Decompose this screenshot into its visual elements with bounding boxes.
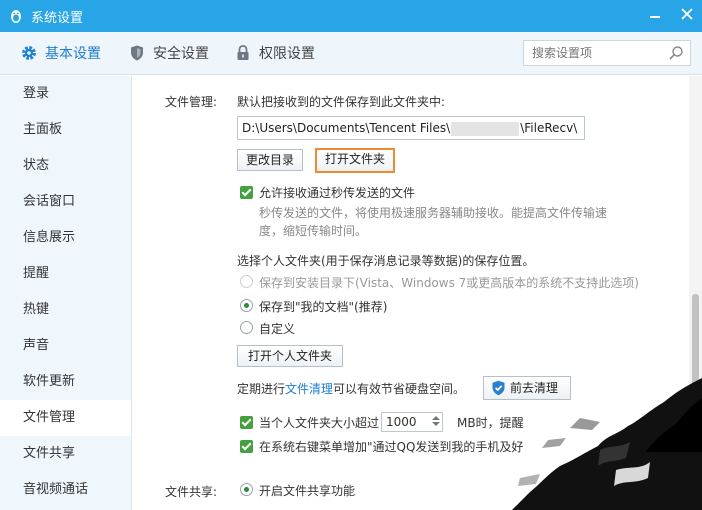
cleanup-prefix: 定期进行 (237, 382, 286, 396)
go-cleanup-label: 前去清理 (510, 381, 559, 395)
vertical-scrollbar[interactable] (689, 76, 702, 510)
search-icon[interactable] (668, 45, 684, 61)
sidebar: 登录 主面板 状态 会话窗口 信息展示 提醒 热键 声音 软件更新 文件管理 文… (0, 76, 132, 510)
open-folder-button[interactable]: 打开文件夹 (315, 148, 395, 173)
title-bar: 系统设置 (0, 0, 702, 32)
radio-my-documents-label: 保存到"我的文档"(推荐) (259, 300, 388, 314)
file-cleanup-link[interactable]: 文件清理 (285, 382, 333, 396)
tab-security-settings[interactable]: 安全设置 (128, 43, 209, 63)
tab-label: 基本设置 (45, 46, 101, 62)
sidebar-item-software-update[interactable]: 软件更新 (0, 364, 131, 400)
section-label-file-management: 文件管理: (165, 95, 218, 109)
size-limit-prefix: 当个人文件夹大小超过 (259, 416, 380, 430)
gear-icon (22, 46, 36, 60)
instant-transfer-hint-line1: 秒传发送的文件，将使用极速服务器辅助接收。能提高文件传输速 (259, 206, 608, 220)
search-box (523, 40, 691, 66)
shield-check-icon (492, 380, 505, 396)
redacted-account (451, 121, 520, 136)
path-suffix: \FileRecv\ (520, 121, 578, 135)
radio-my-documents[interactable] (240, 299, 253, 312)
allow-instant-transfer-checkbox[interactable] (240, 186, 253, 199)
save-location-description: 默认把接收到的文件保存到此文件夹中: (237, 95, 446, 109)
window-title: 系统设置 (31, 10, 84, 26)
lock-icon (237, 45, 249, 60)
radio-install-dir[interactable] (240, 275, 253, 288)
sidebar-item-login[interactable]: 登录 (0, 76, 131, 112)
close-icon (681, 8, 693, 20)
tab-permission-settings[interactable]: 权限设置 (234, 43, 315, 63)
tab-label: 权限设置 (259, 46, 315, 62)
section-label-file-share: 文件共享: (165, 485, 218, 499)
sidebar-item-sound[interactable]: 声音 (0, 328, 131, 364)
sidebar-item-reminder[interactable]: 提醒 (0, 256, 131, 292)
path-prefix: D:\Users\Documents\Tencent Files\ (242, 121, 451, 135)
allow-instant-transfer-label: 允许接收通过秒传发送的文件 (259, 186, 416, 200)
save-path-field[interactable]: D:\Users\Documents\Tencent Files\ \FileRe… (237, 116, 585, 140)
settings-content: 文件管理: 默认把接收到的文件保存到此文件夹中: D:\Users\Docume… (133, 76, 689, 510)
context-menu-label: 在系统右键菜单增加"通过QQ发送到我的手机及好 (259, 440, 524, 454)
qq-penguin-icon (11, 10, 21, 23)
size-limit-stepper[interactable]: 1000 (381, 412, 443, 432)
personal-folder-description: 选择个人文件夹(用于保存消息记录等数据)的保存位置。 (237, 254, 535, 268)
change-directory-button[interactable]: 更改目录 (237, 149, 303, 171)
radio-custom-label: 自定义 (259, 322, 296, 336)
sidebar-item-main-panel[interactable]: 主面板 (0, 112, 131, 148)
radio-enable-file-share[interactable] (240, 483, 253, 496)
sidebar-item-av-call[interactable]: 音视频通话 (0, 472, 131, 508)
tab-label: 安全设置 (153, 46, 209, 62)
go-cleanup-button[interactable]: 前去清理 (483, 376, 571, 400)
scrollbar-thumb[interactable] (692, 294, 699, 389)
context-menu-checkbox[interactable] (240, 440, 253, 453)
sidebar-item-file-management[interactable]: 文件管理 (0, 400, 131, 436)
minimize-button[interactable] (648, 7, 662, 21)
stepper-arrows-icon[interactable] (432, 414, 440, 430)
sidebar-item-hotkey[interactable]: 热键 (0, 292, 131, 328)
cleanup-hint: 定期进行文件清理可以有效节省硬盘空间。 (237, 380, 465, 397)
close-button[interactable] (680, 7, 694, 21)
sidebar-item-info-display[interactable]: 信息展示 (0, 220, 131, 256)
tab-basic-settings[interactable]: 基本设置 (20, 43, 101, 63)
sidebar-item-file-share[interactable]: 文件共享 (0, 436, 131, 472)
settings-tabs: 基本设置 安全设置 权限设置 (0, 32, 702, 75)
sidebar-item-chat-window[interactable]: 会话窗口 (0, 184, 131, 220)
open-personal-folder-button[interactable]: 打开个人文件夹 (237, 345, 343, 367)
minimize-icon (650, 16, 660, 18)
sidebar-item-status[interactable]: 状态 (0, 148, 131, 184)
size-limit-suffix: MB时，提醒 (457, 416, 524, 430)
size-limit-value: 1000 (386, 415, 417, 429)
radio-install-dir-label: 保存到安装目录下(Vista、Windows 7或更高版本的系统不支持此选项) (259, 276, 639, 290)
shield-icon (131, 45, 143, 61)
radio-custom[interactable] (240, 321, 253, 334)
size-limit-checkbox[interactable] (240, 416, 253, 429)
instant-transfer-hint-line2: 度，缩短传输时间。 (259, 224, 368, 238)
enable-file-share-label: 开启文件共享功能 (259, 484, 356, 498)
cleanup-suffix: 可以有效节省硬盘空间。 (333, 382, 466, 396)
search-input[interactable] (524, 41, 664, 65)
